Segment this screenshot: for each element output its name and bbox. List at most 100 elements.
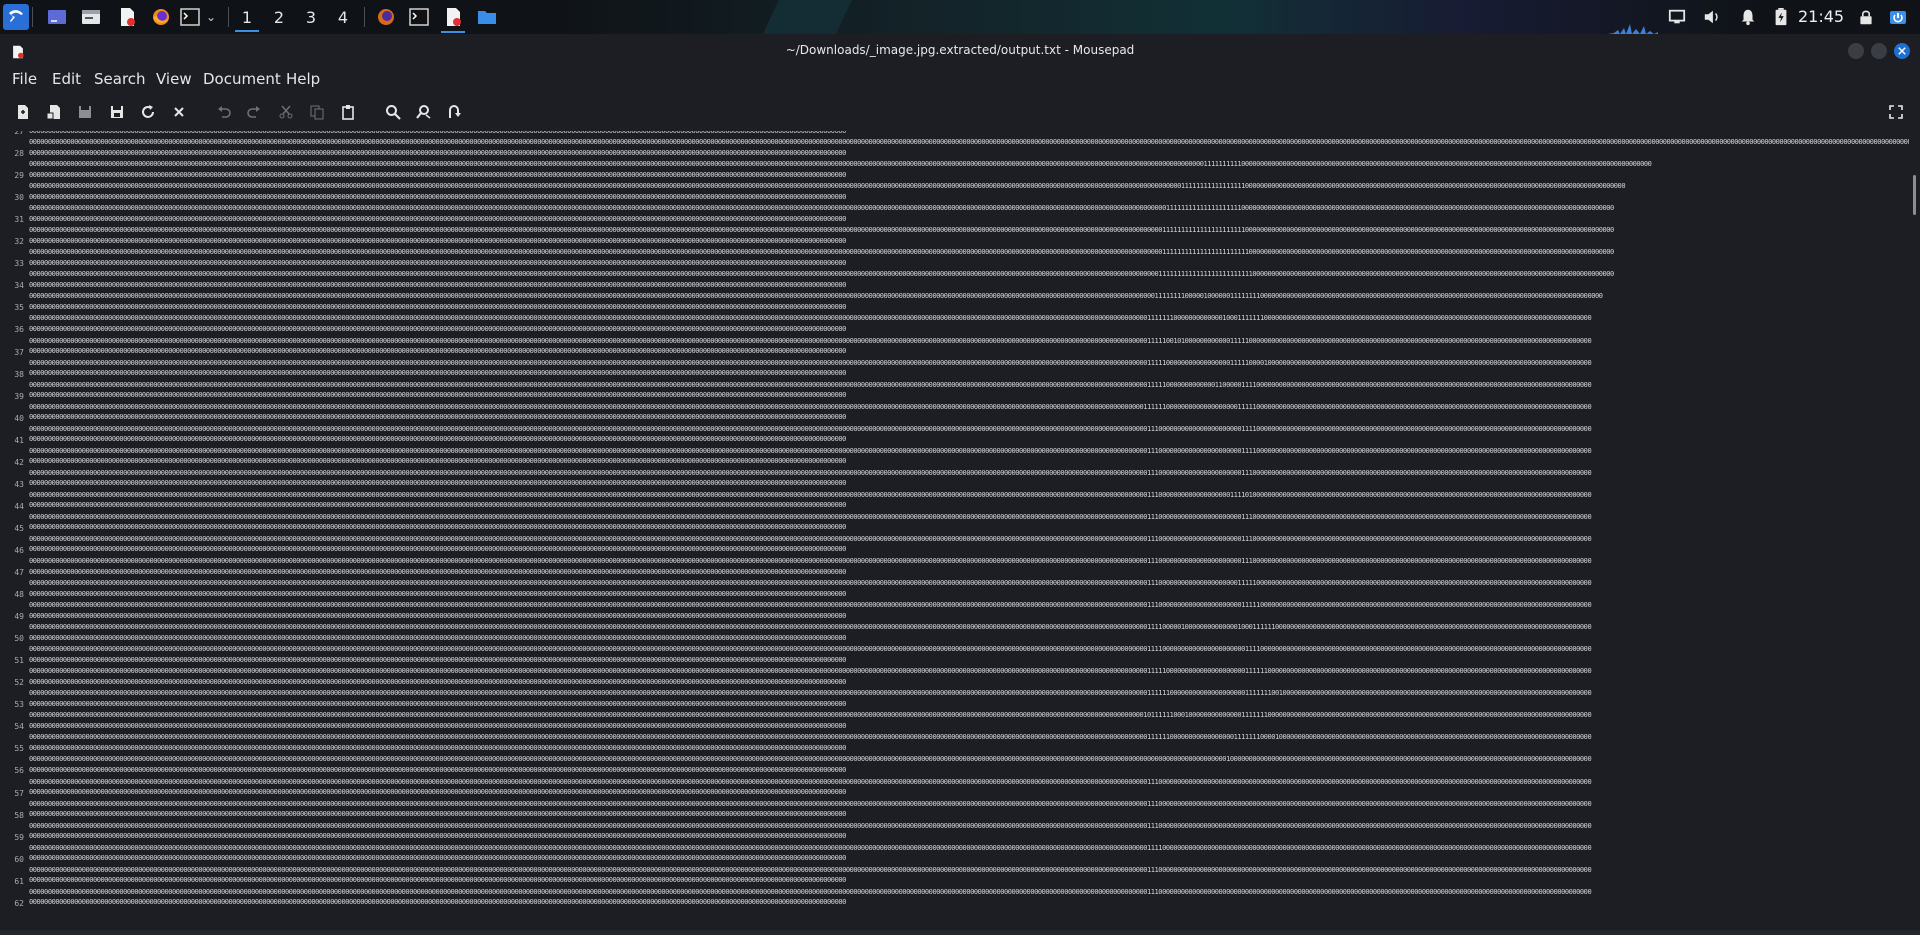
text-line: 0000000000000000000000000000000000000000… <box>29 711 1592 720</box>
copy-icon[interactable] <box>306 101 328 123</box>
line-number: 31 <box>14 215 24 225</box>
text-line-wrap: 0000000000000000000000000000000000000000… <box>29 280 846 289</box>
power-icon[interactable] <box>1883 4 1913 30</box>
text-line: 0000000000000000000000000000000000000000… <box>29 468 1592 477</box>
menu-search[interactable]: Search <box>94 70 146 88</box>
maximize-button[interactable] <box>1871 43 1887 59</box>
find-icon[interactable] <box>382 101 404 123</box>
kali-menu-icon[interactable] <box>3 4 29 30</box>
text-line: 0000000000000000000000000000000000000000… <box>29 512 1592 521</box>
cut-icon[interactable] <box>275 101 297 123</box>
terminal-task-icon[interactable] <box>406 4 432 30</box>
clock[interactable]: 21:45 <box>1798 7 1844 26</box>
fullscreen-icon[interactable] <box>1885 101 1907 123</box>
folder-task-icon[interactable] <box>474 4 500 30</box>
paste-icon[interactable] <box>337 101 359 123</box>
volume-icon[interactable] <box>1700 4 1724 30</box>
new-window-icon[interactable] <box>43 101 65 123</box>
text-line: 0000000000000000000000000000000000000000… <box>29 667 1592 676</box>
line-number: 58 <box>14 810 24 820</box>
file-manager-icon[interactable] <box>78 4 104 30</box>
line-number: 57 <box>14 788 24 798</box>
text-line-wrap: 0000000000000000000000000000000000000000… <box>29 655 846 664</box>
workspace-4[interactable]: 4 <box>329 5 357 29</box>
text-line: 0000000000000000000000000000000000000000… <box>29 248 1614 257</box>
line-number: 49 <box>14 612 24 622</box>
menu-edit[interactable]: Edit <box>52 70 81 88</box>
close-document-icon[interactable] <box>168 101 190 123</box>
status-strip <box>0 930 1920 935</box>
text-line: 0000000000000000000000000000000000000000… <box>29 446 1592 455</box>
notification-bell-icon[interactable] <box>1736 4 1760 30</box>
save-icon[interactable] <box>74 101 96 123</box>
menu-file[interactable]: File <box>12 70 37 88</box>
minimize-button[interactable] <box>1848 43 1864 59</box>
window-titlebar[interactable]: ~/Downloads/_image.jpg.extracted/output.… <box>0 34 1920 68</box>
text-line: 0000000000000000000000000000000000000000… <box>29 733 1592 742</box>
line-number: 54 <box>14 722 24 732</box>
text-line-wrap: 0000000000000000000000000000000000000000… <box>29 214 846 223</box>
text-line: 0000000000000000000000000000000000000000… <box>29 160 1652 169</box>
scrollbar-thumb[interactable] <box>1913 175 1916 215</box>
text-line: 0000000000000000000000000000000000000000… <box>29 270 1614 279</box>
workspace-1[interactable]: 1 <box>233 5 261 32</box>
text-line: 0000000000000000000000000000000000000000… <box>29 777 1592 786</box>
firefox-task-icon[interactable] <box>373 4 399 30</box>
menu-help[interactable]: Help <box>286 70 320 88</box>
line-number: 52 <box>14 678 24 688</box>
close-button[interactable] <box>1894 43 1910 59</box>
find-replace-icon[interactable] <box>413 101 435 123</box>
text-line-wrap: 0000000000000000000000000000000000000000… <box>29 347 846 355</box>
reload-icon[interactable] <box>137 101 159 123</box>
text-line-wrap: 0000000000000000000000000000000000000000… <box>29 854 846 863</box>
firefox-icon[interactable] <box>148 4 174 30</box>
top-panel: ⌄ 1 2 3 4 21:45 <box>0 0 1920 34</box>
panel-separator <box>32 7 33 27</box>
text-line-wrap: 0000000000000000000000000000000000000000… <box>29 721 846 730</box>
text-line-wrap: 0000000000000000000000000000000000000000… <box>29 479 846 488</box>
text-line: 0000000000000000000000000000000000000000… <box>29 755 1592 764</box>
text-line-wrap: 0000000000000000000000000000000000000000… <box>29 898 846 907</box>
line-number: 62 <box>14 898 24 908</box>
line-number: 35 <box>14 303 24 313</box>
new-document-icon[interactable] <box>12 101 34 123</box>
save-as-icon[interactable] <box>106 101 128 123</box>
show-desktop-icon[interactable] <box>44 4 70 30</box>
line-number: 37 <box>14 347 24 357</box>
panel-wallpaper <box>560 0 1760 34</box>
workspace-2[interactable]: 2 <box>265 5 293 29</box>
line-number: 59 <box>14 832 24 842</box>
lock-icon[interactable] <box>1855 4 1877 30</box>
text-line-wrap: 0000000000000000000000000000000000000000… <box>29 258 846 267</box>
line-number: 60 <box>14 854 24 864</box>
workspace-3[interactable]: 3 <box>297 5 325 29</box>
text-editor-area[interactable]: 27 28 29 30 31 32 33 34 35 36 37 38 39 40 41 42 43 44 45 46… <box>0 131 1910 935</box>
redo-icon[interactable] <box>243 101 265 123</box>
text-line: 0000000000000000000000000000000000000000… <box>29 799 1592 808</box>
text-line: 0000000000000000000000000000000000000000… <box>29 358 1592 367</box>
mousepad-task-icon[interactable] <box>439 4 467 33</box>
undo-icon[interactable] <box>213 101 235 123</box>
text-line-wrap: 0000000000000000000000000000000000000000… <box>29 743 846 752</box>
text-line: 0000000000000000000000000000000000000000… <box>29 534 1592 543</box>
text-line: 0000000000000000000000000000000000000000… <box>29 821 1592 830</box>
line-number: 50 <box>14 634 24 644</box>
menu-bar: File Edit Search View Document Help <box>0 68 1920 92</box>
line-number: 30 <box>14 193 24 203</box>
go-to-line-icon[interactable] <box>443 101 465 123</box>
chevron-down-icon[interactable]: ⌄ <box>204 4 218 30</box>
vertical-scrollbar[interactable] <box>1910 131 1920 935</box>
display-icon[interactable] <box>1665 4 1689 30</box>
menu-view[interactable]: View <box>156 70 192 88</box>
terminal-icon[interactable] <box>178 4 202 30</box>
menu-document[interactable]: Document <box>203 70 281 88</box>
text-line-wrap: 0000000000000000000000000000000000000000… <box>29 435 846 444</box>
text-line-wrap: 0000000000000000000000000000000000000000… <box>29 391 846 400</box>
text-editor-icon[interactable] <box>114 4 140 30</box>
document-text[interactable]: 0000000000000000000000000000000000000000… <box>29 131 1909 935</box>
text-line-wrap: 0000000000000000000000000000000000000000… <box>29 170 846 179</box>
text-line: 0000000000000000000000000000000000000000… <box>29 865 1592 874</box>
text-line-wrap: 0000000000000000000000000000000000000000… <box>29 369 846 378</box>
line-number: 41 <box>14 435 24 445</box>
window-title: ~/Downloads/_image.jpg.extracted/output.… <box>785 43 1135 57</box>
